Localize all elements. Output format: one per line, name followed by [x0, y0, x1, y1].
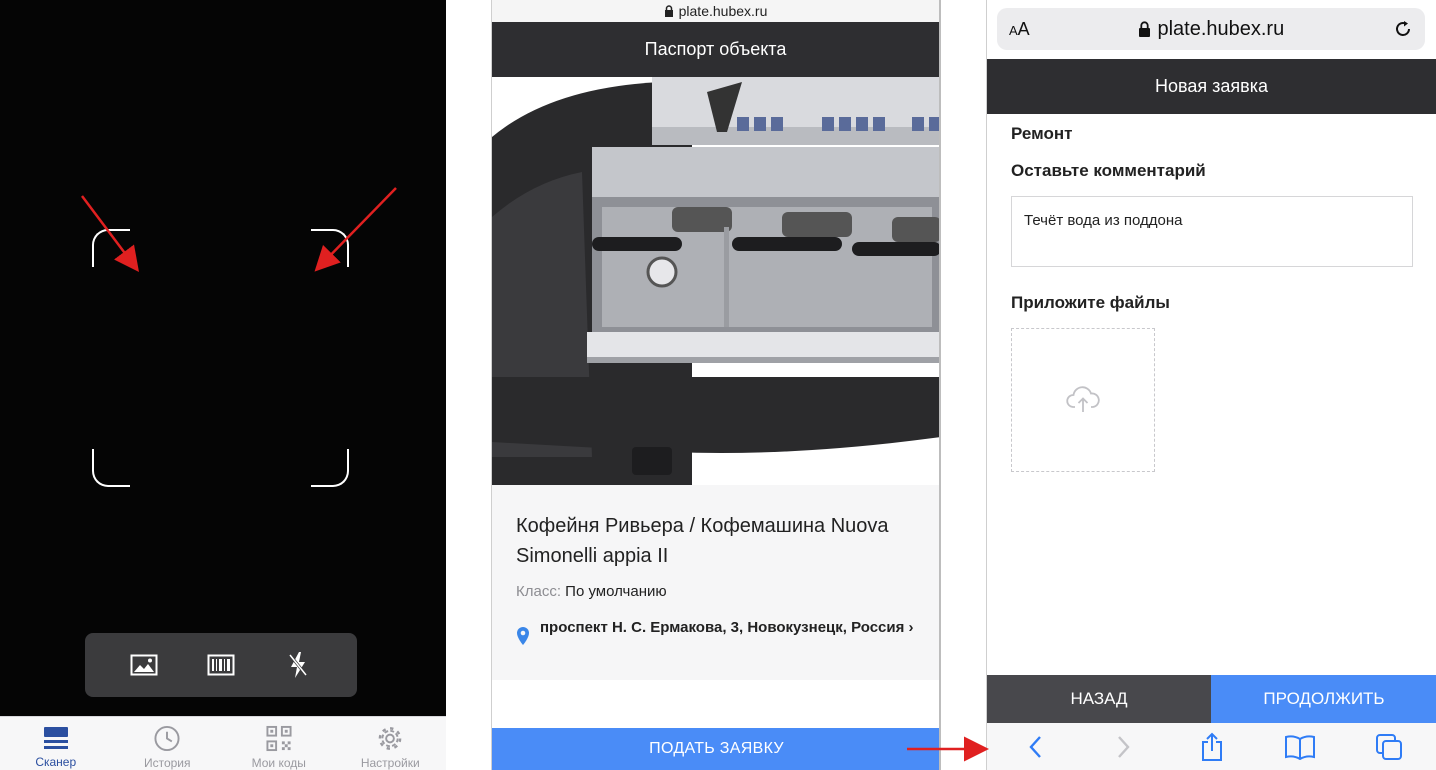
- scan-frame-corner-top-left: [92, 229, 130, 267]
- tab-scanner[interactable]: Сканер: [0, 717, 112, 770]
- form-actions: НАЗАД ПРОДОЛЖИТЬ: [987, 675, 1436, 723]
- tab-scanner-label: Сканер: [35, 755, 77, 769]
- address-text: проспект Н. С. Ермакова, 3, Новокузнецк,…: [540, 619, 905, 636]
- page-title: Новая заявка: [987, 59, 1436, 114]
- barcode-button[interactable]: [201, 645, 241, 685]
- share-icon: [1201, 732, 1222, 761]
- scanner-toolbar: [85, 633, 357, 697]
- page-title: Паспорт объекта: [492, 22, 939, 77]
- browser-forward-button[interactable]: [1104, 727, 1144, 767]
- tabs-button[interactable]: [1369, 727, 1409, 767]
- bottom-tab-bar: Сканер История Мои коды Настройки: [0, 716, 446, 770]
- object-class-label: Класс:: [516, 583, 561, 600]
- object-class-value: По умолчанию: [565, 583, 667, 600]
- passport-screen: plate.hubex.ru Паспорт объекта Кофейня Р…: [491, 0, 941, 770]
- flash-toggle-button[interactable]: [278, 645, 318, 685]
- barcode-icon: [207, 654, 235, 676]
- tab-history-label: История: [143, 756, 191, 770]
- lock-icon: [1139, 21, 1151, 37]
- request-category: Ремонт: [1011, 124, 1073, 143]
- chevron-right-icon: ›: [908, 619, 914, 636]
- page-title-text: Паспорт объекта: [644, 39, 787, 59]
- address-text-block: проспект Н. С. Ермакова, 3, Новокузнецк,…: [540, 616, 914, 650]
- scan-frame-corner-top-right: [311, 229, 349, 267]
- chevron-right-icon: [1117, 735, 1130, 758]
- files-label: Приложите файлы: [1011, 293, 1170, 312]
- scanner-icon: [43, 727, 68, 749]
- share-button[interactable]: [1192, 727, 1232, 767]
- url-text: plate.hubex.ru: [678, 3, 768, 19]
- tab-my-codes-label: Мои коды: [251, 756, 306, 770]
- page-title-text: Новая заявка: [1155, 76, 1268, 96]
- chevron-left-icon: [1029, 735, 1042, 758]
- tab-my-codes[interactable]: Мои коды: [223, 717, 335, 770]
- continue-button[interactable]: ПРОДОЛЖИТЬ: [1211, 675, 1436, 723]
- tabs-icon: [1375, 733, 1402, 760]
- reload-icon[interactable]: [1393, 19, 1413, 39]
- url-text: plate.hubex.ru: [1157, 17, 1285, 40]
- flash-off-icon: [289, 652, 308, 678]
- safari-toolbar: [987, 723, 1436, 770]
- request-form: Ремонт Оставьте комментарий Течёт вода и…: [1011, 124, 1413, 472]
- browser-back-button[interactable]: [1015, 727, 1055, 767]
- tab-history[interactable]: История: [112, 717, 224, 770]
- comment-label: Оставьте комментарий: [1011, 161, 1206, 180]
- file-upload-dropzone[interactable]: [1011, 328, 1155, 472]
- object-info-card: Кофейня Ривьера / Кофемашина Nuova Simon…: [492, 485, 939, 680]
- scan-frame-corner-bottom-left: [92, 449, 130, 487]
- bookmarks-button[interactable]: [1280, 727, 1320, 767]
- scan-frame-corner-bottom-right: [311, 449, 349, 487]
- coffee-machine-photo: [492, 77, 939, 485]
- new-request-screen: AA plate.hubex.ru Новая заявка Ремонт Ос…: [986, 0, 1436, 770]
- scanner-screen: Сканер История Мои коды Настройки: [0, 0, 446, 770]
- address-bar-mini[interactable]: plate.hubex.ru: [492, 0, 939, 22]
- image-icon: [130, 654, 158, 676]
- submit-request-button[interactable]: ПОДАТЬ ЗАЯВКУ: [492, 728, 939, 770]
- back-button[interactable]: НАЗАД: [987, 675, 1211, 723]
- comment-textarea[interactable]: Течёт вода из поддона: [1011, 196, 1413, 267]
- tab-settings[interactable]: Настройки: [335, 717, 447, 770]
- screenshot-root: Сканер История Мои коды Настройки plate.…: [0, 0, 1436, 770]
- object-class: Класс: По умолчанию: [516, 583, 917, 600]
- tab-settings-label: Настройки: [360, 756, 420, 770]
- safari-address-bar[interactable]: AA plate.hubex.ru: [997, 8, 1425, 50]
- clock-icon: [154, 725, 180, 752]
- url-field[interactable]: plate.hubex.ru: [1030, 18, 1393, 41]
- book-icon: [1285, 734, 1316, 760]
- object-address[interactable]: проспект Н. С. Ермакова, 3, Новокузнецк,…: [516, 616, 917, 650]
- text-size-button[interactable]: AA: [1009, 19, 1030, 40]
- location-pin-icon: [517, 627, 529, 645]
- object-title: Кофейня Ривьера / Кофемашина Nuova Simon…: [516, 515, 889, 567]
- lock-icon: [664, 5, 673, 17]
- cloud-upload-icon: [1066, 386, 1100, 412]
- qr-code-icon: [266, 725, 292, 752]
- gallery-button[interactable]: [124, 645, 164, 685]
- gear-icon: [378, 727, 402, 750]
